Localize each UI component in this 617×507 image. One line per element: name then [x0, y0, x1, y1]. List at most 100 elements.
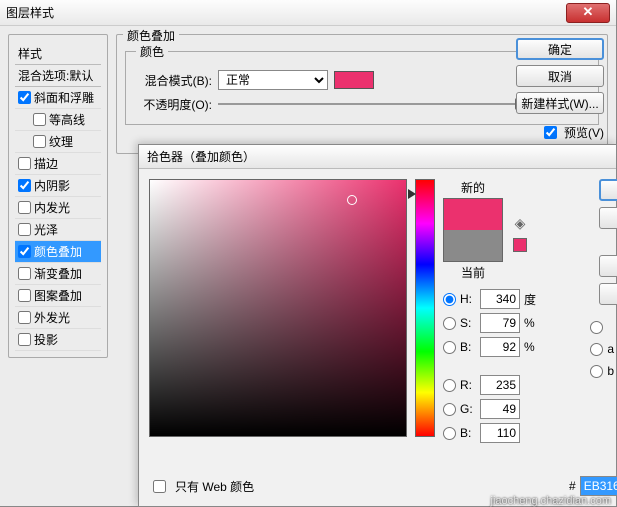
hue-arrow-icon: [408, 189, 416, 199]
overlay-group-title: 颜色叠加: [123, 27, 179, 44]
style-label: 图案叠加: [34, 287, 82, 304]
mini-swatch[interactable]: [513, 238, 527, 252]
input-B[interactable]: [480, 337, 520, 357]
style-label: 颜色叠加: [34, 243, 82, 260]
style-label: 斜面和浮雕: [34, 89, 94, 106]
preview-checkbox[interactable]: [544, 126, 557, 139]
label-G: G:: [460, 402, 476, 416]
label-S: S:: [460, 316, 476, 330]
input-R[interactable]: [480, 375, 520, 395]
picker-btn-4[interactable]: [599, 283, 617, 305]
style-item-内发光[interactable]: 内发光: [15, 197, 101, 219]
picker-ok-button[interactable]: [599, 179, 617, 201]
picker-titlebar: 拾色器（叠加颜色）: [139, 145, 616, 169]
radio-B[interactable]: [443, 427, 456, 440]
main-title: 图层样式: [6, 4, 54, 21]
radio-B[interactable]: [443, 341, 456, 354]
style-checkbox[interactable]: [18, 179, 31, 192]
new-style-button[interactable]: 新建样式(W)...: [516, 92, 604, 114]
preview-label: 预览(V): [564, 124, 604, 141]
styles-header[interactable]: 样式: [15, 43, 101, 65]
style-item-渐变叠加[interactable]: 渐变叠加: [15, 263, 101, 285]
styles-group: 样式 混合选项:默认 斜面和浮雕等高线纹理描边内阴影内发光光泽颜色叠加渐变叠加图…: [8, 34, 108, 358]
cancel-button[interactable]: 取消: [516, 65, 604, 87]
style-list: 样式 混合选项:默认 斜面和浮雕等高线纹理描边内阴影内发光光泽颜色叠加渐变叠加图…: [15, 43, 101, 351]
radio-S[interactable]: [443, 317, 456, 330]
style-label: 描边: [34, 155, 58, 172]
radio-b-label: b: [607, 364, 614, 378]
hue-slider[interactable]: [415, 179, 435, 437]
style-checkbox[interactable]: [18, 157, 31, 170]
web-only-checkbox[interactable]: [153, 480, 166, 493]
style-checkbox[interactable]: [18, 289, 31, 302]
style-item-斜面和浮雕[interactable]: 斜面和浮雕: [15, 87, 101, 109]
radio-R[interactable]: [443, 379, 456, 392]
style-checkbox[interactable]: [18, 201, 31, 214]
style-checkbox[interactable]: [18, 223, 31, 236]
style-item-等高线[interactable]: 等高线: [15, 109, 101, 131]
blend-mode-label: 混合模式(B):: [136, 72, 212, 89]
picker-btn-2[interactable]: [599, 207, 617, 229]
style-checkbox[interactable]: [18, 91, 31, 104]
watermark-text: jiaocheng.chazidian.com: [491, 495, 611, 507]
new-current-swatch[interactable]: [443, 198, 503, 262]
color-picker-dialog: 拾色器（叠加颜色） 新的 当前 ◈: [138, 144, 617, 507]
style-item-描边[interactable]: 描边: [15, 153, 101, 175]
new-label: 新的: [461, 179, 485, 196]
label-R: R:: [460, 378, 476, 392]
ok-button[interactable]: 确定: [516, 38, 604, 60]
opacity-slider[interactable]: [218, 103, 525, 105]
radio-extra-top[interactable]: [590, 321, 603, 334]
close-button[interactable]: ✕: [566, 3, 610, 23]
blend-options-item[interactable]: 混合选项:默认: [15, 65, 101, 87]
input-B[interactable]: [480, 423, 520, 443]
style-label: 内阴影: [34, 177, 70, 194]
style-item-纹理[interactable]: 纹理: [15, 131, 101, 153]
style-label: 内发光: [34, 199, 70, 216]
opacity-label: 不透明度(O):: [136, 96, 212, 113]
style-checkbox[interactable]: [33, 135, 46, 148]
style-label: 渐变叠加: [34, 265, 82, 282]
main-titlebar: 图层样式 ✕: [0, 0, 616, 26]
blend-mode-select[interactable]: 正常: [218, 70, 328, 90]
label-B: B:: [460, 340, 476, 354]
style-item-外发光[interactable]: 外发光: [15, 307, 101, 329]
style-label: 光泽: [34, 221, 58, 238]
style-checkbox[interactable]: [18, 311, 31, 324]
sv-cursor-icon: [347, 195, 357, 205]
hex-input[interactable]: [580, 476, 617, 496]
current-label: 当前: [461, 264, 485, 281]
style-label: 纹理: [49, 133, 73, 150]
input-G[interactable]: [480, 399, 520, 419]
saturation-value-field[interactable]: [149, 179, 407, 437]
style-label: 等高线: [49, 111, 85, 128]
overlay-color-swatch[interactable]: [334, 71, 374, 89]
radio-a-label: a: [607, 342, 614, 356]
hex-label: #: [569, 479, 576, 493]
style-checkbox[interactable]: [18, 333, 31, 346]
picker-title: 拾色器（叠加颜色）: [147, 148, 255, 165]
style-checkbox[interactable]: [18, 245, 31, 258]
style-item-光泽[interactable]: 光泽: [15, 219, 101, 241]
style-item-投影[interactable]: 投影: [15, 329, 101, 351]
unit-H: 度: [524, 291, 538, 308]
radio-a[interactable]: [590, 343, 603, 356]
label-B: B:: [460, 426, 476, 440]
style-label: 投影: [34, 331, 58, 348]
picker-add-button[interactable]: 添: [599, 255, 617, 277]
web-only-label: 只有 Web 颜色: [175, 478, 254, 495]
radio-b[interactable]: [590, 365, 603, 378]
style-label: 外发光: [34, 309, 70, 326]
style-item-图案叠加[interactable]: 图案叠加: [15, 285, 101, 307]
radio-H[interactable]: [443, 293, 456, 306]
style-checkbox[interactable]: [33, 113, 46, 126]
input-H[interactable]: [480, 289, 520, 309]
style-checkbox[interactable]: [18, 267, 31, 280]
cube-icon: ◈: [515, 215, 526, 232]
radio-G[interactable]: [443, 403, 456, 416]
color-legend: 颜色: [136, 43, 168, 60]
unit-S: %: [524, 316, 538, 330]
input-S[interactable]: [480, 313, 520, 333]
style-item-内阴影[interactable]: 内阴影: [15, 175, 101, 197]
style-item-颜色叠加[interactable]: 颜色叠加: [15, 241, 101, 263]
